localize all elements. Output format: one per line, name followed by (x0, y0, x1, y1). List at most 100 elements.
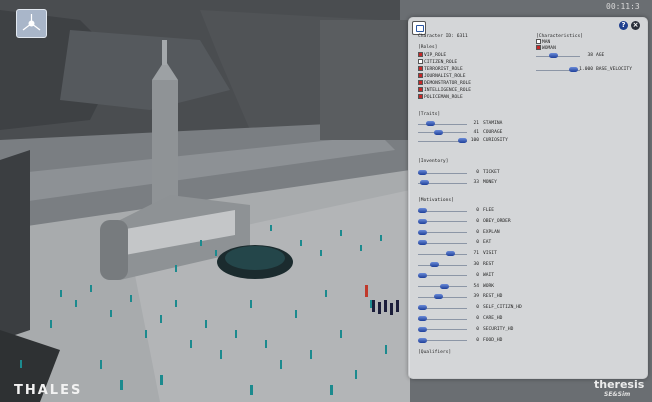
inventory-slider[interactable] (418, 170, 467, 176)
slider-thumb[interactable] (420, 180, 429, 185)
characteristic-slider[interactable] (536, 53, 580, 59)
inventory-value: 0 (476, 170, 479, 175)
slider-thumb[interactable] (549, 53, 559, 58)
motivation-slider[interactable] (418, 283, 467, 290)
motivation-label: WAIT (483, 272, 495, 278)
trait-value: 41 (473, 129, 479, 135)
slider-track (418, 253, 467, 255)
slider-track (418, 123, 467, 125)
role-label: INTELLIGENCE_ROLE (424, 88, 472, 93)
thales-logo: THALES (14, 383, 83, 398)
slider-thumb[interactable] (426, 121, 436, 126)
panel-window-icon[interactable] (412, 21, 426, 35)
role-checkbox[interactable]: POLICEMAN_ROLE (418, 94, 463, 100)
motivation-slider[interactable] (418, 218, 467, 225)
motivation-label: FOOD_HD (483, 337, 503, 343)
slider-thumb[interactable] (418, 218, 427, 224)
motivation-slider[interactable] (418, 262, 467, 268)
motivation-slider[interactable] (418, 316, 467, 322)
slider-thumb[interactable] (439, 283, 449, 289)
motivation-value: 0 (476, 272, 479, 278)
trait-slider[interactable] (418, 129, 467, 136)
motivation-label: SELF_CITIZN_HD (483, 305, 522, 311)
slider-thumb[interactable] (418, 337, 427, 343)
navigation-cube-icon[interactable] (16, 9, 47, 38)
slider-thumb[interactable] (430, 262, 439, 267)
trait-slider[interactable] (418, 121, 467, 127)
simulation-clock: 00:11:3 (606, 2, 640, 11)
simulation-window: 00:11:3 ? × Character ID: 6311 [Roles] V… (0, 0, 652, 402)
motivation-slider[interactable] (418, 251, 467, 257)
motivation-label: EAT (483, 240, 492, 246)
motivation-slider[interactable] (418, 240, 467, 246)
role-checkbox[interactable]: CITIZEN_ROLE (418, 59, 457, 65)
trait-slider[interactable] (418, 138, 467, 144)
character-inspector-panel: ? × Character ID: 6311 [Roles] VIP_ROLE C… (408, 17, 648, 379)
trait-label: CURIOSITY (483, 138, 508, 143)
characteristic-label: AGE (596, 53, 605, 58)
motivation-slider[interactable] (418, 305, 467, 311)
slider-thumb[interactable] (418, 316, 427, 321)
role-label: TERRORIST_ROLE (424, 67, 463, 72)
slider-track (536, 55, 580, 57)
checkbox-icon[interactable] (418, 52, 423, 57)
motivation-value: 0 (476, 229, 479, 235)
role-label: POLICEMAN_ROLE (424, 95, 463, 100)
motivation-value: 0 (476, 240, 479, 246)
motivation-label: OBEY_ORDER (483, 218, 511, 224)
checkbox-icon[interactable] (418, 59, 423, 64)
trait-label: STAMINA (483, 121, 503, 126)
motivation-label: REST_HD (483, 294, 503, 300)
gender-checkbox[interactable]: WOMAN (536, 44, 556, 51)
role-label: VIP_ROLE (424, 53, 447, 58)
inventory-slider[interactable] (418, 180, 467, 186)
checkbox-icon[interactable] (536, 39, 541, 44)
close-icon[interactable]: × (631, 21, 640, 30)
slider-thumb[interactable] (418, 170, 427, 175)
checkbox-icon[interactable] (418, 87, 423, 92)
motivation-slider[interactable] (418, 326, 467, 333)
motivation-value: 54 (473, 283, 479, 289)
motivation-slider[interactable] (418, 208, 467, 214)
role-checkbox[interactable]: DEMONSTRATOR_ROLE (418, 80, 471, 86)
slider-thumb[interactable] (433, 294, 443, 300)
qualifiers-header: [Qualifiers] (418, 350, 452, 355)
slider-track (418, 264, 467, 266)
slider-thumb[interactable] (418, 229, 427, 235)
checkbox-icon[interactable] (418, 73, 423, 78)
characteristic-slider[interactable] (536, 67, 580, 73)
checkbox-icon[interactable] (418, 66, 423, 71)
role-checkbox[interactable]: TERRORIST_ROLE (418, 66, 463, 72)
inventory-label: TICKET (483, 170, 500, 175)
help-icon[interactable]: ? (619, 21, 628, 30)
role-checkbox[interactable]: JOURNALIST_ROLE (418, 73, 466, 79)
roles-header: [Roles] (418, 45, 438, 50)
slider-thumb[interactable] (418, 326, 427, 332)
role-checkbox[interactable]: INTELLIGENCE_ROLE (418, 87, 471, 93)
motivation-value: 0 (476, 208, 479, 213)
motivation-slider[interactable] (418, 337, 467, 344)
motivation-label: SECURITY_HD (483, 326, 514, 332)
checkbox-icon[interactable] (418, 94, 423, 99)
role-checkbox[interactable]: VIP_ROLE (418, 52, 446, 58)
trait-value: 21 (473, 121, 479, 126)
motivation-value: 0 (476, 305, 479, 311)
role-label: CITIZEN_ROLE (424, 60, 458, 65)
motivation-slider[interactable] (418, 229, 467, 236)
motivations-header: [Motivations] (418, 198, 454, 203)
slider-thumb[interactable] (418, 208, 427, 213)
motivation-slider[interactable] (418, 294, 467, 300)
motivation-slider[interactable] (418, 272, 467, 279)
slider-thumb[interactable] (418, 272, 427, 278)
checkbox-icon[interactable] (418, 80, 423, 85)
slider-thumb[interactable] (434, 129, 444, 135)
role-label: DEMONSTRATOR_ROLE (424, 81, 472, 86)
slider-thumb[interactable] (418, 240, 427, 246)
slider-thumb[interactable] (418, 305, 427, 311)
motivation-label: CARE_HD (483, 316, 503, 321)
motivation-value: 71 (473, 251, 479, 257)
traits-header: [Traits] (418, 112, 441, 117)
checkbox-icon[interactable] (536, 44, 541, 50)
slider-thumb[interactable] (446, 251, 456, 257)
motivation-value: 0 (476, 337, 479, 343)
